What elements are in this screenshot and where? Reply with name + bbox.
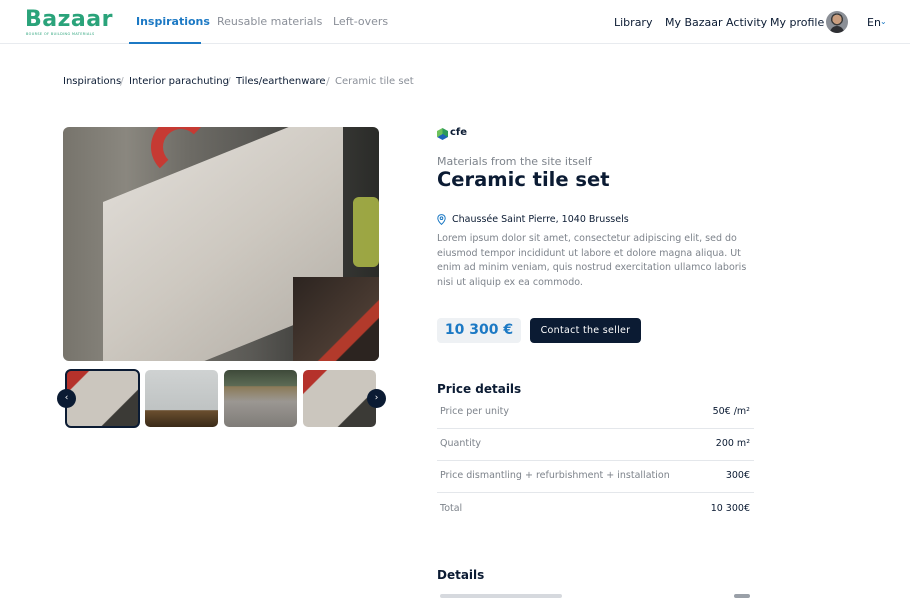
photo-detail-box <box>293 277 379 361</box>
my-profile-link[interactable]: My profile <box>770 16 824 29</box>
price-row-value: 200 m² <box>715 438 750 449</box>
thumbnail-3[interactable] <box>224 370 297 427</box>
tab-left-overs[interactable]: Left-overs <box>333 15 388 28</box>
contact-seller-button[interactable]: Contact the seller <box>530 318 641 343</box>
breadcrumb-item-tiles[interactable]: Tiles/earthenware <box>236 76 326 87</box>
tab-inspirations[interactable]: Inspirations <box>136 15 210 28</box>
breadcrumb-item-interior-parachuting[interactable]: Interior parachuting <box>129 76 229 87</box>
chevron-right-icon[interactable]: › <box>367 389 386 408</box>
cube-logo-icon <box>437 128 448 140</box>
price-row-label: Quantity <box>440 438 482 449</box>
active-tab-indicator <box>129 42 201 44</box>
photo-detail-yellow-object <box>353 197 379 267</box>
breadcrumb-separator: / <box>326 75 330 88</box>
price-row-value: 300€ <box>725 470 750 481</box>
breadcrumb-item-inspirations[interactable]: Inspirations <box>63 76 121 87</box>
product-subtitle: Materials from the site itself <box>437 155 592 168</box>
logo-tagline: BOURSE OF BUILDING MATERIALS <box>26 32 95 36</box>
breadcrumb-separator: / <box>227 75 231 88</box>
breadcrumb-separator: / <box>120 75 124 88</box>
product-address: Chaussée Saint Pierre, 1040 Brussels <box>452 214 629 225</box>
logo-wordmark: Bazaar <box>25 7 113 32</box>
table-row: Total 10 300€ <box>437 493 754 526</box>
table-row: Price dismantling + refurbishment + inst… <box>437 460 754 493</box>
thumbnail-2[interactable] <box>145 370 218 427</box>
library-link[interactable]: Library <box>614 16 652 29</box>
location-pin-icon <box>437 214 446 225</box>
chevron-left-icon[interactable]: ‹ <box>57 389 76 408</box>
main-product-photo[interactable] <box>63 127 379 361</box>
brand-name: cfe <box>450 127 468 138</box>
thumbnail-1[interactable] <box>65 369 140 428</box>
details-first-row-cut-off <box>437 592 754 602</box>
price-details-heading: Price details <box>437 382 522 396</box>
product-description: Lorem ipsum dolor sit amet, consectetur … <box>437 233 747 288</box>
price-badge: 10 300 € <box>437 318 521 343</box>
avatar[interactable] <box>826 11 848 33</box>
my-bazaar-activity-link[interactable]: My Bazaar Activity <box>665 16 767 29</box>
breadcrumb-item-current: Ceramic tile set <box>335 76 414 87</box>
table-row: Price per unity 50€ /m² <box>437 396 754 429</box>
bazaar-logo[interactable]: Bazaar BOURSE OF BUILDING MATERIALS <box>25 7 115 37</box>
price-row-label: Price dismantling + refurbishment + inst… <box>440 470 670 481</box>
price-row-value: 50€ /m² <box>712 406 750 417</box>
table-row: Quantity 200 m² <box>437 428 754 461</box>
top-navigation-bar: Bazaar BOURSE OF BUILDING MATERIALS Insp… <box>0 0 910 44</box>
price-row-value: 10 300€ <box>710 503 750 514</box>
chevron-down-icon[interactable]: ⌄ <box>880 17 887 26</box>
language-selector[interactable]: En <box>867 16 881 29</box>
seller-brand[interactable]: cfe <box>437 127 477 141</box>
tab-reusable-materials[interactable]: Reusable materials <box>217 15 322 28</box>
details-heading: Details <box>437 568 485 582</box>
price-row-label: Total <box>440 503 463 514</box>
price-row-label: Price per unity <box>440 406 510 417</box>
page-title: Ceramic tile set <box>437 168 610 191</box>
thumbnail-4[interactable] <box>303 370 376 427</box>
